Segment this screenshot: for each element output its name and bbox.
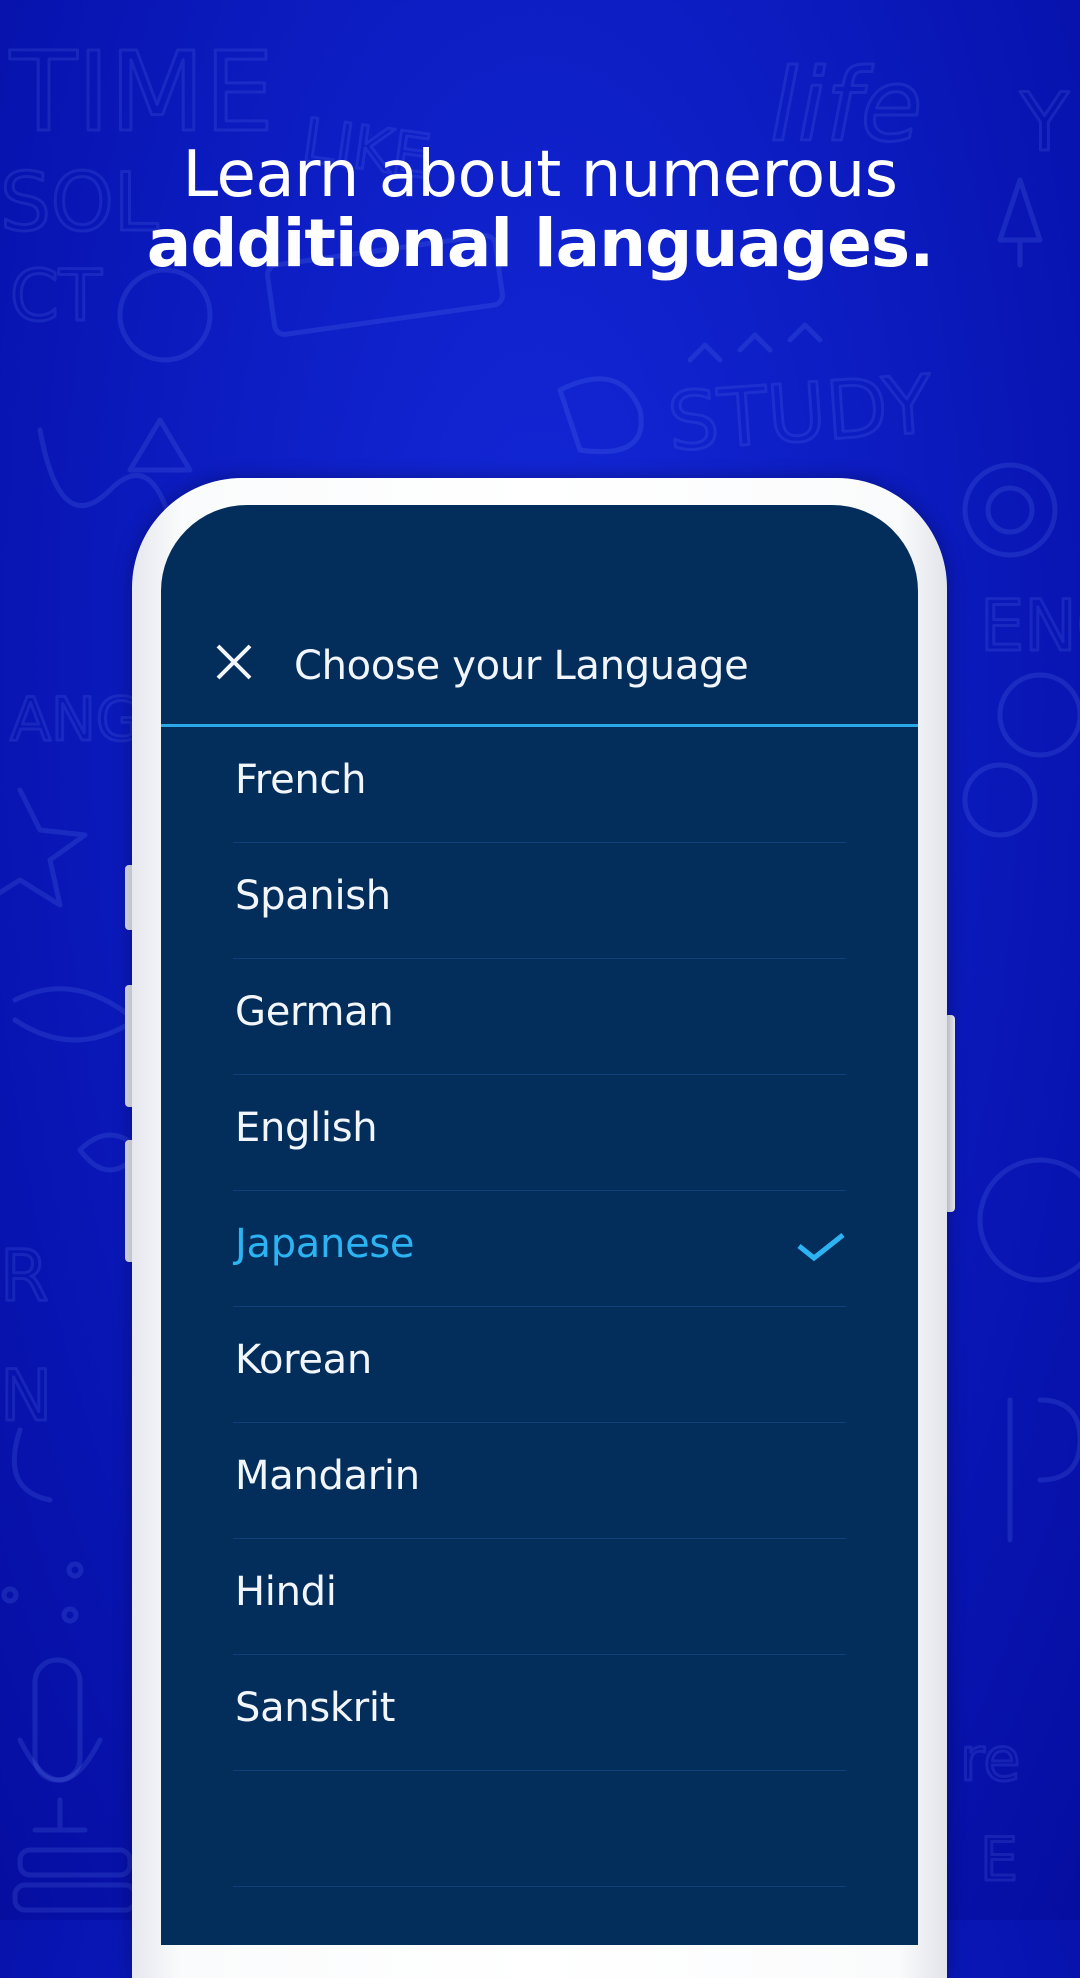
language-item-spanish[interactable]: Spanish [233, 843, 846, 959]
doodle-star [0, 787, 88, 908]
headline-line-1: Learn about numerous [182, 138, 898, 212]
language-picker-header: Choose your Language [161, 505, 918, 727]
language-label: English [235, 1105, 378, 1151]
doodle-p [1007, 1397, 1080, 1543]
language-label: Sanskrit [235, 1685, 396, 1731]
svg-text:N: N [0, 1355, 52, 1437]
doodle-blob [557, 376, 644, 455]
language-label: Korean [235, 1337, 372, 1383]
check-icon [797, 1233, 845, 1262]
language-item-hindi[interactable]: Hindi [233, 1539, 846, 1655]
doodle-globe [962, 762, 1038, 838]
language-item-empty[interactable] [233, 1771, 846, 1887]
language-item-german[interactable]: German [233, 959, 846, 1075]
language-label: French [235, 757, 367, 803]
doodle-text-time: TIME [9, 28, 274, 156]
phone-screen: Choose your Language French Spanish Germ… [161, 505, 918, 1945]
doodle-hearts [687, 322, 823, 363]
doodle-fish [12, 986, 138, 1043]
language-item-sanskrit[interactable]: Sanskrit [233, 1655, 846, 1771]
language-item-english[interactable]: English [233, 1075, 846, 1191]
doodle-text-study: STUDY [665, 358, 936, 469]
language-list: French Spanish German English Japanese K… [233, 727, 846, 1887]
language-item-japanese[interactable]: Japanese [233, 1191, 846, 1307]
doodle-books [17, 1847, 133, 1878]
doodle-circle [997, 672, 1080, 758]
language-label: Spanish [235, 873, 391, 919]
language-label: German [235, 989, 394, 1035]
doodle-spiral [962, 462, 1058, 558]
language-label: Hindi [235, 1569, 337, 1615]
close-button[interactable] [213, 641, 255, 683]
svg-text:E: E [980, 1825, 1018, 1895]
doodle-text-eng: ENG [980, 585, 1080, 667]
language-label: Japanese [235, 1221, 415, 1267]
language-item-french[interactable]: French [233, 727, 846, 843]
doodle-triangle [127, 417, 193, 473]
doodle-y [37, 427, 173, 523]
screen-title: Choose your Language [294, 643, 749, 689]
doodle-face [977, 1157, 1080, 1283]
headline-line-2: additional languages. [146, 205, 935, 282]
doodle-smiley [117, 267, 213, 363]
svg-text:re: re [960, 1725, 1020, 1795]
doodle-mic [32, 1657, 83, 1783]
svg-text:R: R [0, 1235, 49, 1317]
language-item-mandarin[interactable]: Mandarin [233, 1423, 846, 1539]
doodle-text-ang: ANG [10, 685, 142, 755]
close-icon [216, 644, 252, 680]
language-item-korean[interactable]: Korean [233, 1307, 846, 1423]
language-label: Mandarin [235, 1453, 420, 1499]
